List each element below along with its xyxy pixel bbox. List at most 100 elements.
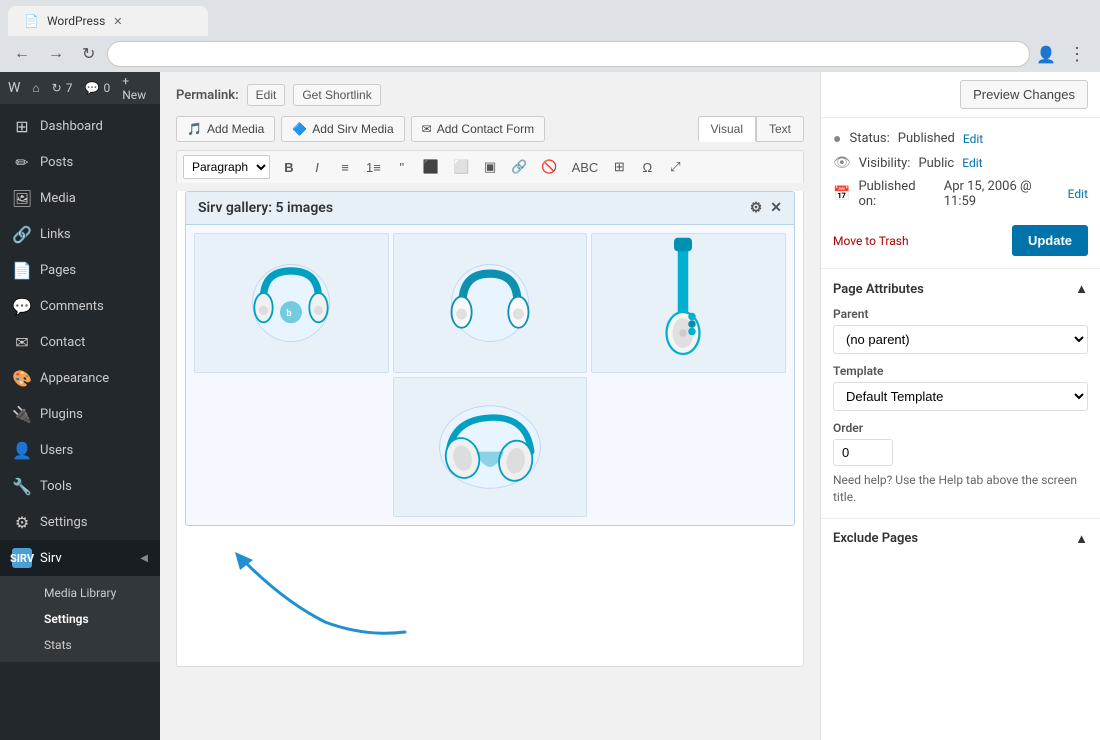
- browser-tab[interactable]: 📄 WordPress ✕: [8, 6, 208, 36]
- sidebar-label-sirv: Sirv: [40, 551, 62, 566]
- visibility-label: Visibility:: [859, 156, 911, 171]
- address-bar[interactable]: [107, 41, 1030, 67]
- sidebar-item-tools[interactable]: 🔧 Tools: [0, 468, 160, 504]
- tab-favicon: 📄: [24, 14, 39, 28]
- template-select[interactable]: Default Template: [833, 382, 1088, 411]
- published-edit-link[interactable]: Edit: [1068, 187, 1088, 201]
- add-contact-form-button[interactable]: ✉ Add Contact Form: [411, 116, 545, 142]
- trash-link[interactable]: Move to Trash: [833, 234, 909, 248]
- special-chars-button[interactable]: Ω: [634, 156, 660, 179]
- gallery-grid: b: [186, 225, 794, 525]
- gallery-close-icon[interactable]: ✕: [770, 200, 782, 216]
- gallery-header: Sirv gallery: 5 images ⚙ ✕: [186, 192, 794, 225]
- align-left-button[interactable]: ⬛: [417, 155, 445, 179]
- updates-admin-link[interactable]: ↻ 7: [52, 81, 73, 95]
- sidebar-sub-settings[interactable]: Settings: [0, 606, 160, 632]
- sidebar-item-appearance[interactable]: 🎨 Appearance: [0, 360, 160, 396]
- refresh-button[interactable]: ↻: [76, 40, 101, 68]
- back-button[interactable]: ←: [8, 41, 36, 67]
- align-center-button[interactable]: ⬜: [447, 155, 475, 179]
- gallery-settings-icon[interactable]: ⚙: [750, 200, 763, 216]
- gallery-item-2: [393, 233, 588, 373]
- comments-sidebar-icon: 💬: [12, 296, 32, 316]
- format-select[interactable]: Paragraph: [183, 155, 270, 179]
- order-input[interactable]: [833, 439, 893, 466]
- link-button[interactable]: 🔗: [505, 155, 533, 179]
- update-button[interactable]: Update: [1012, 225, 1088, 256]
- link-remove-button[interactable]: 🚫: [535, 155, 563, 179]
- sidebar-item-sirv[interactable]: SIRV Sirv ◀: [0, 540, 160, 576]
- updates-icon: ↻: [52, 81, 62, 95]
- align-right-button[interactable]: ▣: [477, 155, 503, 179]
- editor-toolbar: 🎵 Add Media 🔷 Add Sirv Media ✉ Add Conta…: [176, 116, 804, 142]
- gallery-controls: ⚙ ✕: [750, 200, 782, 216]
- status-label: Status:: [849, 131, 889, 146]
- add-media-label: Add Media: [207, 122, 264, 136]
- exclude-pages-header[interactable]: Exclude Pages ▲: [833, 531, 1088, 547]
- page-attributes-header[interactable]: Page Attributes ▲: [833, 281, 1088, 297]
- preview-changes-button[interactable]: Preview Changes: [960, 80, 1088, 109]
- comments-admin-link[interactable]: 💬 0: [84, 81, 110, 95]
- blockquote-button[interactable]: ": [389, 156, 415, 179]
- links-icon: 🔗: [12, 224, 32, 244]
- forward-button[interactable]: →: [42, 41, 70, 67]
- profile-icon: 👤: [1036, 45, 1056, 64]
- stats-label: Stats: [44, 638, 72, 652]
- annotation-arrow: [185, 542, 485, 642]
- visibility-edit-link[interactable]: Edit: [962, 156, 982, 170]
- sidebar-item-settings[interactable]: ⚙ Settings: [0, 504, 160, 540]
- browser-chrome: 📄 WordPress ✕ ← → ↻ 👤 ⋮: [0, 0, 1100, 72]
- browser-menu-button[interactable]: ⋮: [1062, 40, 1092, 69]
- new-content-link[interactable]: + New: [122, 74, 152, 102]
- sidebar-label-dashboard: Dashboard: [40, 119, 103, 134]
- gallery-title: Sirv gallery: 5 images: [198, 200, 333, 216]
- sidebar-item-posts[interactable]: ✏ Posts: [0, 144, 160, 180]
- sidebar: W ⌂ ↻ 7 💬 0 + New ⊞ Dashboard ✏: [0, 72, 160, 740]
- sidebar-label-posts: Posts: [40, 155, 73, 170]
- main-content: Permalink: Edit Get Shortlink 🎵 Add Medi…: [160, 72, 820, 740]
- media-icon: 🖼: [12, 188, 32, 208]
- sidebar-item-users[interactable]: 👤 Users: [0, 432, 160, 468]
- bullet-list-button[interactable]: ≡: [332, 156, 358, 179]
- sidebar-item-dashboard[interactable]: ⊞ Dashboard: [0, 108, 160, 144]
- sidebar-item-media[interactable]: 🖼 Media: [0, 180, 160, 216]
- template-field: Template Default Template: [833, 364, 1088, 421]
- sidebar-item-links[interactable]: 🔗 Links: [0, 216, 160, 252]
- parent-field: Parent (no parent): [833, 307, 1088, 364]
- wp-logo-admin[interactable]: W: [8, 80, 20, 96]
- status-edit-link[interactable]: Edit: [963, 132, 983, 146]
- published-label: Published on:: [858, 179, 931, 209]
- sidebar-sub-stats[interactable]: Stats: [0, 632, 160, 658]
- appearance-icon: 🎨: [12, 368, 32, 388]
- sidebar-sub-media-library[interactable]: Media Library: [0, 580, 160, 606]
- edit-permalink-button[interactable]: Edit: [247, 84, 286, 106]
- sidebar-item-plugins[interactable]: 🔌 Plugins: [0, 396, 160, 432]
- format-toolbar: Paragraph B I ≡ 1≡ " ⬛ ⬜ ▣ 🔗 🚫 ABC ⊞ Ω ⤢: [176, 150, 804, 183]
- add-sirv-button[interactable]: 🔷 Add Sirv Media: [281, 116, 404, 142]
- sidebar-item-contact[interactable]: ✉ Contact: [0, 324, 160, 360]
- get-shortlink-button[interactable]: Get Shortlink: [293, 84, 380, 106]
- visibility-icon: 👁: [833, 155, 851, 171]
- tab-close-icon[interactable]: ✕: [113, 15, 122, 28]
- sidebar-label-settings: Settings: [40, 515, 87, 530]
- gallery-item-1: b: [194, 233, 389, 373]
- italic-button[interactable]: I: [304, 156, 330, 179]
- visual-tab-button[interactable]: Visual: [698, 116, 756, 142]
- headphone-img-2: [435, 243, 545, 363]
- numbered-list-button[interactable]: 1≡: [360, 156, 387, 179]
- bold-button[interactable]: B: [276, 156, 302, 179]
- page-attributes-title: Page Attributes: [833, 282, 924, 297]
- fullscreen-button[interactable]: ⤢: [662, 155, 688, 179]
- add-contact-label: Add Contact Form: [437, 122, 534, 136]
- editor-content[interactable]: Sirv gallery: 5 images ⚙ ✕: [176, 191, 804, 667]
- spellcheck-button[interactable]: ABC: [566, 156, 605, 179]
- table-button[interactable]: ⊞: [606, 155, 632, 179]
- parent-select[interactable]: (no parent): [833, 325, 1088, 354]
- sidebar-item-comments[interactable]: 💬 Comments: [0, 288, 160, 324]
- add-media-button[interactable]: 🎵 Add Media: [176, 116, 275, 142]
- home-admin-link[interactable]: ⌂: [32, 81, 39, 95]
- text-tab-button[interactable]: Text: [756, 116, 804, 142]
- sidebar-item-pages[interactable]: 📄 Pages: [0, 252, 160, 288]
- pages-icon: 📄: [12, 260, 32, 280]
- permalink-label: Permalink:: [176, 88, 239, 103]
